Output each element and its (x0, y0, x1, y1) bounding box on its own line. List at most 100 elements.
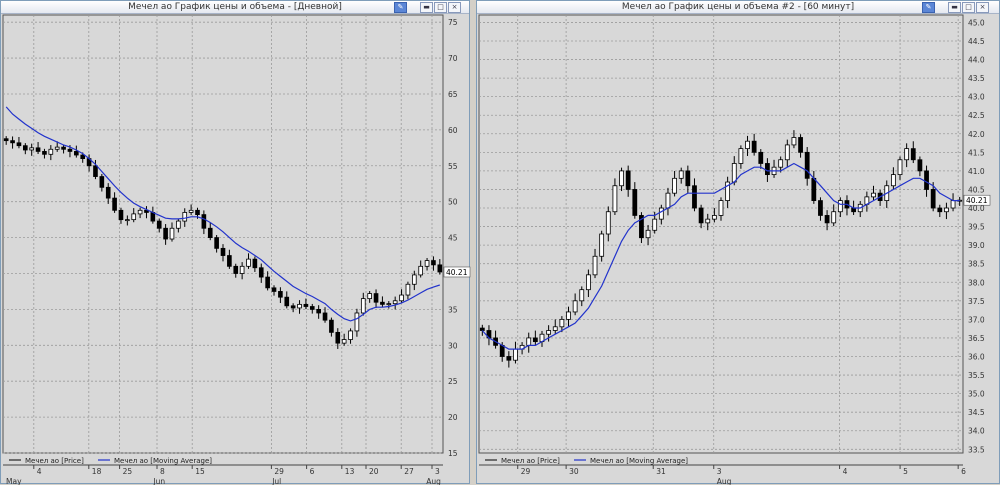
candle-body (950, 200, 956, 209)
candle-body (54, 146, 60, 150)
candle-body (552, 326, 558, 331)
y-tick-label: 42.0 (968, 130, 985, 139)
candle-body (322, 312, 328, 321)
x-tick-label: 5 (903, 467, 908, 476)
candle-body (118, 209, 124, 221)
candle-body (910, 148, 916, 161)
y-tick-label: 35.0 (968, 390, 985, 399)
candle-body (35, 147, 41, 152)
candle-body (290, 305, 296, 309)
x-tick-label: 30 (569, 467, 579, 476)
candle-body (930, 189, 936, 209)
candle-body (890, 174, 896, 187)
y-tick-label: 55 (448, 162, 458, 171)
candle-body (341, 339, 347, 344)
legend-moving-average: Мечел ао [Moving Average] (590, 457, 688, 465)
x-tick-label: 13 (345, 467, 355, 476)
candle-body (685, 170, 691, 187)
candle-body (239, 265, 245, 274)
candle-body (678, 170, 684, 179)
candle-body (348, 330, 353, 340)
x-tick-label: 18 (92, 467, 102, 476)
candle-body (871, 192, 876, 198)
x-tick-label: 3 (717, 467, 722, 476)
y-tick-label: 38.0 (968, 278, 985, 287)
candle-body (411, 274, 417, 285)
daily-chart-window[interactable]: Мечел ао График цены и объема - [Дневной… (0, 0, 471, 485)
candle-body (392, 300, 398, 305)
candle-body (74, 151, 79, 156)
candle-body (354, 312, 360, 332)
y-tick-label: 34.0 (968, 427, 985, 436)
y-tick-label: 44.0 (968, 56, 985, 65)
x-tick-label: 27 (404, 467, 414, 476)
daily-price-chart[interactable]: 7570656055504540353025201541825815296132… (1, 1, 471, 485)
candle-body (265, 276, 270, 289)
x-tick-label: 4 (843, 467, 848, 476)
candle-body (169, 227, 175, 240)
candle-body (499, 344, 505, 357)
hourly-price-chart[interactable]: 45.0 44.5 44.0 43.5 43.0 42.5 42.0 41.5 41.0 40.5… (477, 1, 1000, 485)
candle-body (278, 291, 283, 298)
y-tick-label: 43.0 (968, 93, 985, 102)
candle-body (718, 200, 724, 216)
candle-body (917, 159, 923, 172)
candle-body (559, 318, 565, 328)
candle-body (698, 207, 704, 224)
candle-body (652, 218, 658, 231)
x-tick-label: 8 (160, 467, 165, 476)
candle-body (99, 176, 105, 188)
y-tick-label: 45.0 (968, 18, 985, 27)
candle-body (506, 356, 512, 361)
candle-body (214, 237, 219, 249)
candle-body (150, 212, 156, 222)
candle-body (48, 148, 54, 155)
candle-body (335, 331, 341, 344)
candle-body (105, 186, 111, 199)
candle-body (778, 159, 784, 168)
candle-body (125, 219, 130, 222)
candle-body (804, 151, 810, 179)
y-tick-label: 20 (448, 413, 458, 422)
candle-body (131, 213, 137, 221)
y-tick-label: 35.5 (968, 371, 985, 380)
y-tick-label: 65 (448, 90, 458, 99)
candle-body (811, 177, 817, 201)
candle-body (386, 303, 392, 306)
candle-body (705, 218, 711, 224)
candle-body (831, 211, 837, 224)
candle-body (373, 293, 379, 303)
candle-body (944, 207, 949, 213)
x-tick-label: 6 (961, 467, 966, 476)
candle-body (367, 293, 372, 300)
plot-area (2, 14, 444, 454)
plot-area (478, 14, 964, 454)
y-tick-label: 39.5 (968, 223, 985, 232)
candle-body (672, 177, 677, 194)
y-tick-label: 37.5 (968, 297, 985, 306)
candle-body (897, 159, 903, 176)
x-tick-label: 4 (37, 467, 42, 476)
y-tick-label: 43.5 (968, 74, 985, 83)
candle-body (599, 233, 605, 257)
candle-body (526, 337, 532, 346)
candle-body (791, 137, 797, 146)
candle-body (297, 303, 302, 309)
candle-body (316, 308, 321, 314)
y-tick-label: 41.0 (968, 167, 985, 176)
candle-body (227, 255, 232, 267)
candle-body (156, 220, 162, 229)
candle-body (632, 189, 638, 216)
y-tick-label: 44.5 (968, 37, 985, 46)
x-tick-label: 29 (521, 467, 531, 476)
candle-body (479, 327, 485, 331)
candle-body (937, 207, 943, 213)
candle-body (818, 200, 823, 216)
hourly-chart-window[interactable]: Мечел ао График цены и объема #2 - [60 м… (476, 0, 1000, 485)
candle-body (513, 348, 518, 361)
candle-body (924, 170, 929, 190)
candle-body (586, 274, 591, 291)
candle-body (137, 209, 143, 215)
candle-body (625, 170, 631, 190)
candle-body (380, 301, 385, 305)
